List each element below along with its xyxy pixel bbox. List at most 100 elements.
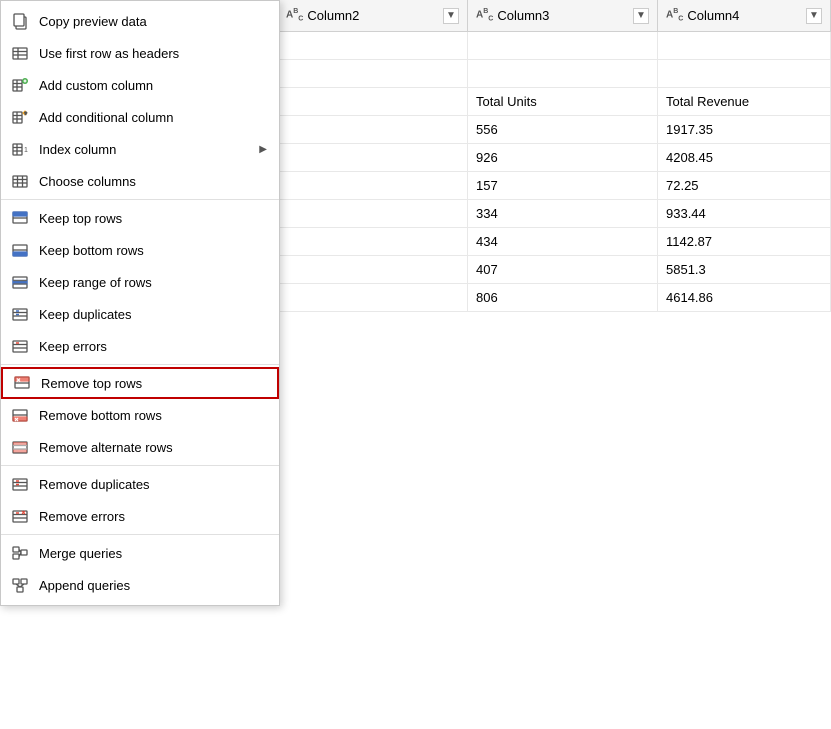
col4-dropdown[interactable]: ▼ — [806, 8, 822, 24]
menu-item-remove-alternate-rows[interactable]: Remove alternate rows — [1, 431, 279, 463]
table-cell: 1142.87 — [658, 228, 831, 255]
menu-item-append-queries[interactable]: Append queries — [1, 569, 279, 601]
menu-label-keep-errors: Keep errors — [39, 339, 267, 354]
remove-top-icon — [11, 372, 33, 394]
table-cell — [278, 60, 468, 87]
use-first-row-icon — [9, 42, 31, 64]
column4-header: ABC Column4 ▼ — [658, 0, 831, 31]
table-cell — [658, 32, 831, 59]
table-cell — [278, 228, 468, 255]
menu-separator — [1, 199, 279, 200]
menu-item-add-conditional-col[interactable]: ? Add conditional column — [1, 101, 279, 133]
table-cell — [468, 60, 658, 87]
keep-range-icon — [9, 271, 31, 293]
menu-item-copy-preview[interactable]: Copy preview data — [1, 5, 279, 37]
menu-item-choose-columns[interactable]: Choose columns — [1, 165, 279, 197]
table-cell: 407 — [468, 256, 658, 283]
table-cell — [658, 60, 831, 87]
menu-item-index-column[interactable]: 1 Index column▶ — [1, 133, 279, 165]
table-cell — [278, 284, 468, 311]
keep-errors-icon — [9, 335, 31, 357]
menu-label-copy-preview: Copy preview data — [39, 14, 267, 29]
col3-dropdown[interactable]: ▼ — [633, 8, 649, 24]
table-cell: 933.44 — [658, 200, 831, 227]
copy-icon — [9, 10, 31, 32]
table-cell: 334 — [468, 200, 658, 227]
menu-item-add-custom-col[interactable]: Add custom column — [1, 69, 279, 101]
menu-label-remove-bottom-rows: Remove bottom rows — [39, 408, 267, 423]
col3-type-icon: ABC — [476, 8, 493, 22]
table-cell — [278, 172, 468, 199]
table-cell: 72.25 — [658, 172, 831, 199]
menu-item-keep-bottom-rows[interactable]: Keep bottom rows — [1, 234, 279, 266]
merge-icon — [9, 542, 31, 564]
table-cell — [278, 256, 468, 283]
index-col-icon: 1 — [9, 138, 31, 160]
menu-separator — [1, 534, 279, 535]
menu-item-remove-bottom-rows[interactable]: Remove bottom rows — [1, 399, 279, 431]
table-cell — [278, 144, 468, 171]
menu-label-add-conditional-col: Add conditional column — [39, 110, 267, 125]
submenu-arrow: ▶ — [259, 144, 267, 155]
table-cell — [278, 116, 468, 143]
keep-top-icon — [9, 207, 31, 229]
table-cell: 434 — [468, 228, 658, 255]
menu-item-use-first-row[interactable]: Use first row as headers — [1, 37, 279, 69]
menu-item-keep-range-rows[interactable]: Keep range of rows — [1, 266, 279, 298]
menu-label-keep-bottom-rows: Keep bottom rows — [39, 243, 267, 258]
choose-cols-icon — [9, 170, 31, 192]
menu-label-append-queries: Append queries — [39, 578, 267, 593]
remove-dupes-icon — [9, 473, 31, 495]
table-cell: 806 — [468, 284, 658, 311]
col2-dropdown[interactable]: ▼ — [443, 8, 459, 24]
menu-label-remove-top-rows: Remove top rows — [41, 376, 265, 391]
column3-header: ABC Column3 ▼ — [468, 0, 658, 31]
menu-item-remove-duplicates[interactable]: Remove duplicates — [1, 468, 279, 500]
menu-label-use-first-row: Use first row as headers — [39, 46, 267, 61]
menu-item-keep-errors[interactable]: Keep errors — [1, 330, 279, 362]
menu-label-remove-alternate-rows: Remove alternate rows — [39, 440, 267, 455]
menu-label-keep-range-rows: Keep range of rows — [39, 275, 267, 290]
menu-separator — [1, 465, 279, 466]
remove-bottom-icon — [9, 404, 31, 426]
menu-item-keep-duplicates[interactable]: Keep duplicates — [1, 298, 279, 330]
col2-label: Column2 — [307, 8, 439, 23]
menu-item-remove-errors[interactable]: Remove errors — [1, 500, 279, 532]
menu-label-remove-duplicates: Remove duplicates — [39, 477, 267, 492]
col4-type-icon: ABC — [666, 8, 683, 22]
menu-label-keep-top-rows: Keep top rows — [39, 211, 267, 226]
menu-label-add-custom-col: Add custom column — [39, 78, 267, 93]
table-cell: 157 — [468, 172, 658, 199]
remove-alternate-icon — [9, 436, 31, 458]
svg-text:1: 1 — [24, 147, 28, 154]
menu-label-merge-queries: Merge queries — [39, 546, 267, 561]
table-cell: Total Revenue — [658, 88, 831, 115]
column2-header: ABC Column2 ▼ — [278, 0, 468, 31]
col4-label: Column4 — [687, 8, 802, 23]
menu-label-keep-duplicates: Keep duplicates — [39, 307, 267, 322]
add-custom-col-icon — [9, 74, 31, 96]
menu-label-choose-columns: Choose columns — [39, 174, 267, 189]
table-cell — [278, 32, 468, 59]
menu-item-remove-top-rows[interactable]: Remove top rows — [1, 367, 279, 399]
table-cell: 926 — [468, 144, 658, 171]
menu-item-keep-top-rows[interactable]: Keep top rows — [1, 202, 279, 234]
col2-type-icon: ABC — [286, 8, 303, 22]
table-cell — [278, 200, 468, 227]
add-conditional-col-icon: ? — [9, 106, 31, 128]
table-cell: 556 — [468, 116, 658, 143]
append-icon — [9, 574, 31, 596]
table-cell — [278, 88, 468, 115]
col3-label: Column3 — [497, 8, 629, 23]
remove-errors-icon — [9, 505, 31, 527]
keep-bottom-icon — [9, 239, 31, 261]
table-cell: 1917.35 — [658, 116, 831, 143]
menu-label-remove-errors: Remove errors — [39, 509, 267, 524]
table-cell: Total Units — [468, 88, 658, 115]
context-menu: Copy preview data Use first row as heade… — [0, 0, 280, 606]
table-cell: 4208.45 — [658, 144, 831, 171]
table-cell — [468, 32, 658, 59]
menu-item-merge-queries[interactable]: Merge queries — [1, 537, 279, 569]
keep-dupes-icon — [9, 303, 31, 325]
table-cell: 4614.86 — [658, 284, 831, 311]
